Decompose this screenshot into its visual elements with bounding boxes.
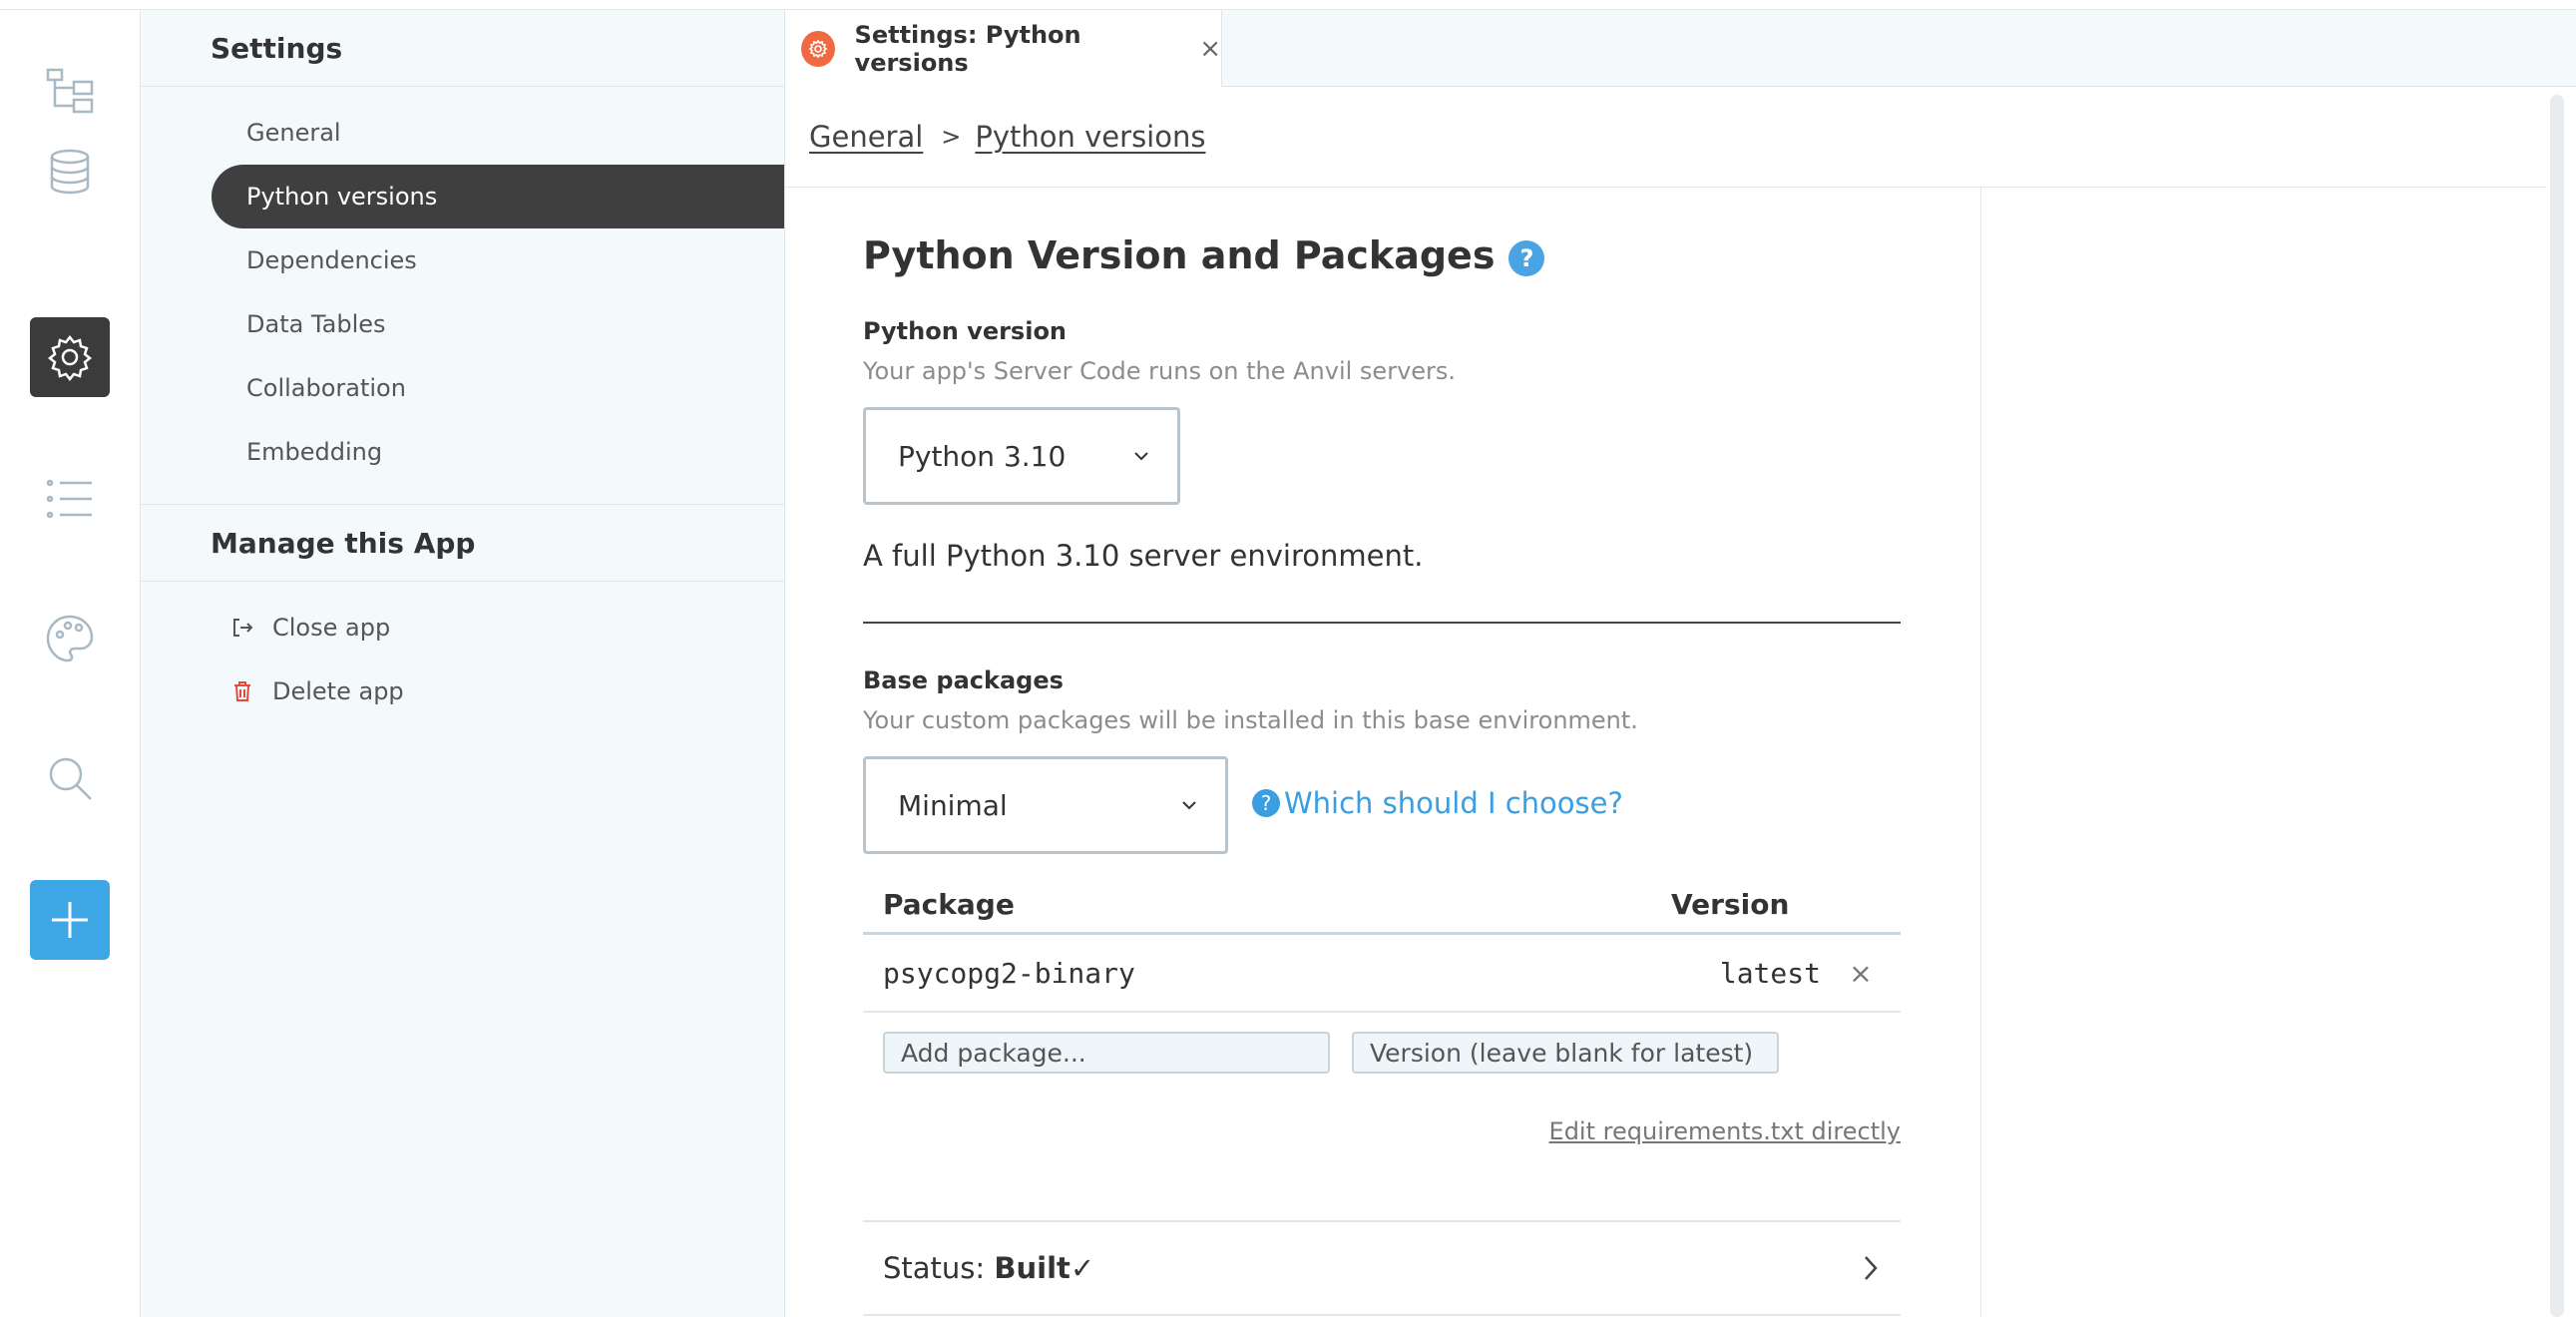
list-icon[interactable] [30, 459, 110, 539]
build-status-row[interactable]: Status: Built✓ [863, 1220, 1901, 1316]
breadcrumb-separator: > [941, 123, 962, 151]
delete-app-label: Delete app [272, 677, 404, 705]
sidebar-item-collaboration[interactable]: Collaboration [141, 356, 784, 420]
sidebar-item-embedding[interactable]: Embedding [141, 420, 784, 484]
environment-description: A full Python 3.10 server environment. [863, 539, 1424, 573]
add-package-row [863, 1013, 1901, 1093]
palette-icon[interactable] [30, 599, 110, 678]
manage-app-list: Close app Delete app [141, 582, 784, 723]
python-version-hint: Your app's Server Code runs on the Anvil… [863, 357, 1457, 385]
status-value: Built [994, 1251, 1071, 1285]
close-app-button[interactable]: Close app [141, 596, 784, 659]
settings-nav: General Python versions Dependencies Dat… [141, 87, 784, 484]
packages-table: Package Version psycopg2-binary latest × [863, 876, 1901, 1093]
section-divider [863, 622, 1901, 624]
settings-tab-icon [801, 30, 835, 67]
app-tree-icon[interactable] [30, 50, 110, 130]
top-edge [0, 0, 2576, 10]
tab-close-icon[interactable]: × [1199, 34, 1221, 64]
add-button[interactable] [30, 880, 110, 960]
editor-tab-strip: Settings: Python versions × [785, 10, 2576, 87]
which-should-i-choose-label: Which should I choose? [1284, 786, 1623, 820]
trash-icon [230, 679, 260, 703]
sidebar-item-dependencies[interactable]: Dependencies [141, 228, 784, 292]
chevron-right-icon [1851, 1253, 1891, 1283]
sidebar-item-data-tables[interactable]: Data Tables [141, 292, 784, 356]
main-content: Python Version and Packages? Python vers… [785, 188, 1981, 1317]
base-packages-label: Base packages [863, 666, 1064, 694]
close-app-label: Close app [272, 614, 391, 642]
add-version-input[interactable] [1352, 1032, 1779, 1074]
help-icon[interactable]: ? [1508, 239, 1545, 276]
database-icon[interactable] [30, 133, 110, 213]
delete-app-button[interactable]: Delete app [141, 659, 784, 723]
python-version-label: Python version [863, 317, 1068, 345]
remove-package-icon[interactable]: × [1821, 957, 1901, 990]
package-version: latest [1719, 956, 1821, 990]
breadcrumb-python-versions-link[interactable]: Python versions [975, 120, 1205, 154]
settings-gear-button[interactable] [30, 317, 110, 397]
base-packages-hint: Your custom packages will be installed i… [863, 706, 1638, 734]
base-packages-select[interactable]: Minimal [863, 756, 1228, 854]
settings-sidebar: Settings General Python versions Depende… [141, 10, 785, 1317]
package-column-header: Package [883, 887, 1015, 921]
status-prefix: Status: [883, 1251, 986, 1285]
add-package-input[interactable] [883, 1032, 1330, 1074]
exit-icon [230, 616, 260, 640]
which-should-i-choose-link[interactable]: ? Which should I choose? [1252, 786, 1623, 820]
right-pane [1981, 188, 2546, 1317]
build-status: Status: Built✓ [863, 1251, 1851, 1285]
plus-icon [52, 902, 88, 938]
packages-table-header: Package Version [863, 876, 1901, 935]
sidebar-item-general[interactable]: General [141, 101, 784, 165]
breadcrumb: General > Python versions [785, 87, 2546, 188]
base-packages-value: Minimal [898, 788, 1008, 822]
chevron-down-icon [1134, 452, 1148, 461]
package-name: psycopg2-binary [883, 956, 1135, 990]
chevron-down-icon [1182, 801, 1196, 810]
question-icon: ? [1252, 789, 1280, 817]
manage-app-title: Manage this App [141, 504, 784, 582]
version-column-header: Version [1671, 887, 1790, 921]
icon-rail [0, 10, 141, 1317]
tab-label: Settings: Python versions [854, 20, 1081, 77]
scrollbar[interactable] [2550, 95, 2564, 1317]
python-version-select[interactable]: Python 3.10 [863, 407, 1180, 505]
python-version-value: Python 3.10 [898, 439, 1067, 473]
breadcrumb-general-link[interactable]: General [809, 120, 923, 154]
edit-requirements-link[interactable]: Edit requirements.txt directly [1549, 1117, 1901, 1145]
sidebar-title: Settings [141, 10, 784, 87]
check-icon: ✓ [1070, 1251, 1095, 1285]
tab-settings-python-versions[interactable]: Settings: Python versions × [785, 10, 1222, 87]
table-row: psycopg2-binary latest × [863, 935, 1901, 1013]
page-title: Python Version and Packages? [863, 233, 1545, 277]
sidebar-item-python-versions[interactable]: Python versions [212, 165, 784, 228]
search-icon[interactable] [30, 738, 110, 818]
page-title-text: Python Version and Packages [863, 233, 1496, 277]
gear-icon [47, 334, 93, 382]
